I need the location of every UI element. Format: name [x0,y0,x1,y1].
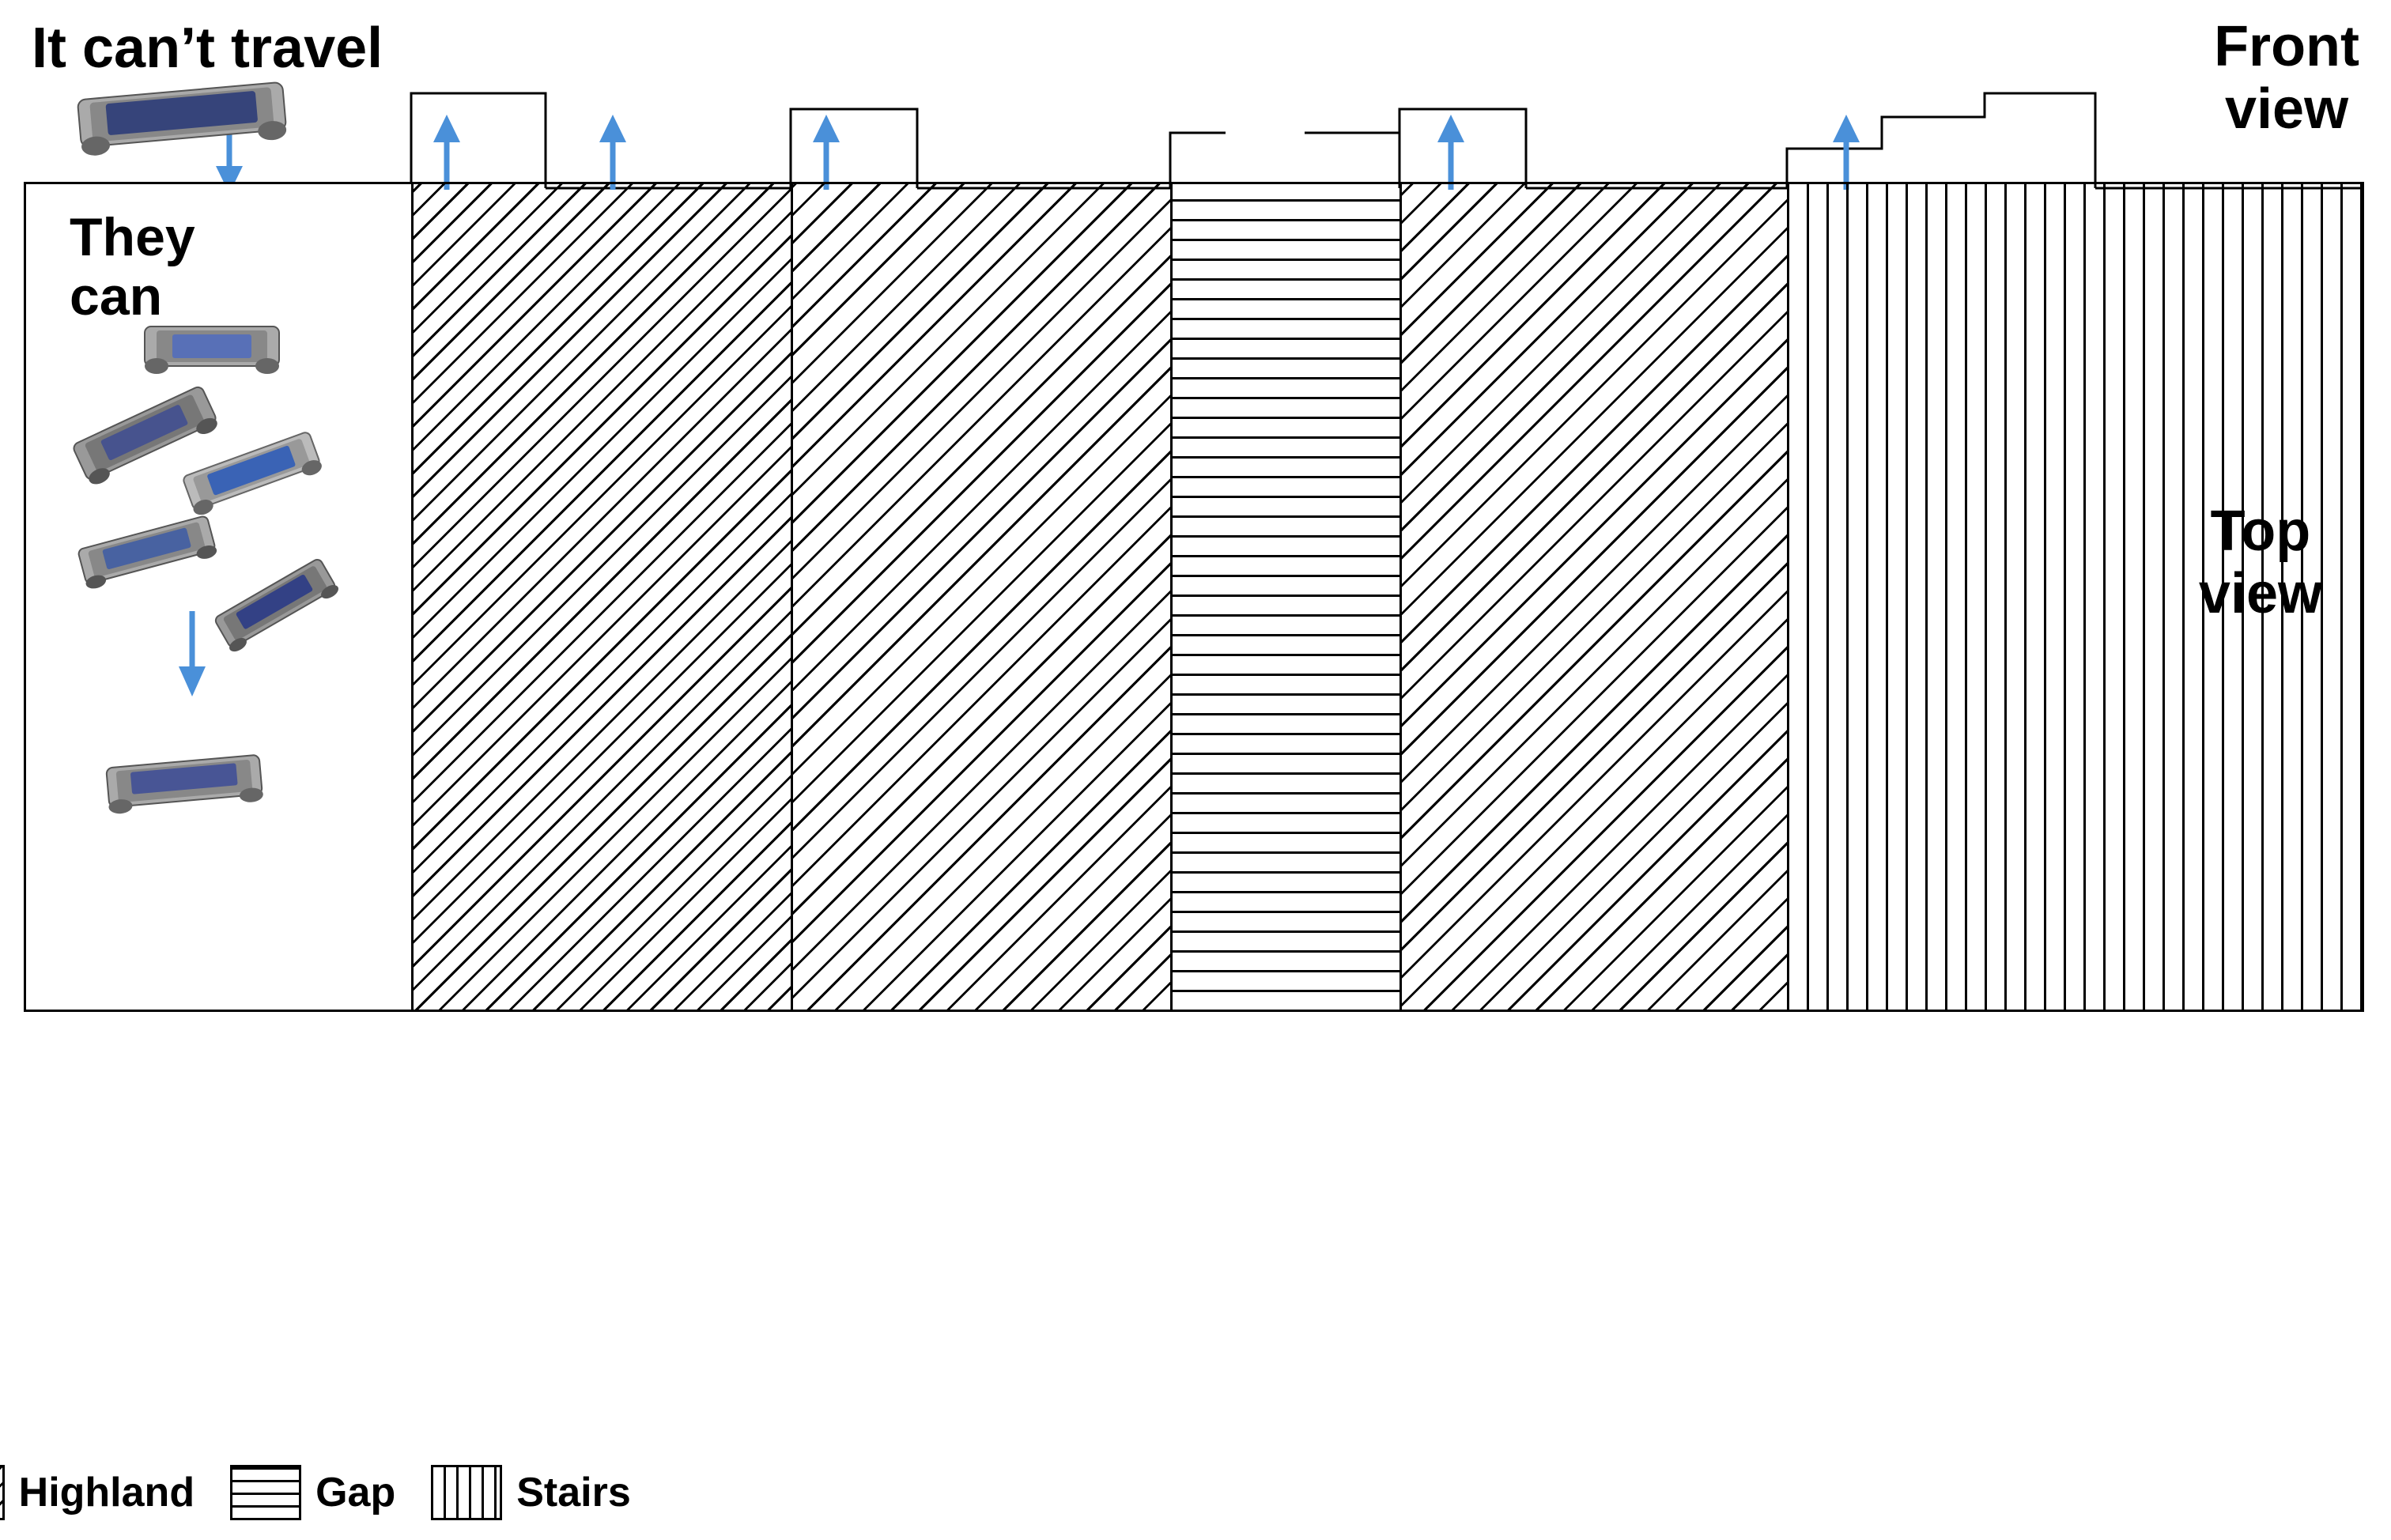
main-diagram: Theycan Topview [24,182,2364,1012]
legend-label-highland: Highland [19,1469,195,1516]
legend-label-gap: Gap [315,1469,395,1516]
legend-box-highland [0,1465,5,1520]
arrow-up-5 [1826,115,1866,190]
robot-1 [133,315,291,378]
arrow-down-inside [172,611,212,698]
legend-box-stairs [431,1465,502,1520]
arrow-up-4 [1431,115,1471,190]
highland-section [793,184,1173,1010]
highland2-section [1402,184,1789,1010]
legend-box-gap [230,1465,301,1520]
arrow-up-3 [806,115,846,190]
gap-section [1173,184,1402,1010]
legend-item-stairs: Stairs [431,1465,631,1520]
legend-item-highland: Highland [0,1465,195,1520]
arrow-up-2 [593,115,633,190]
label-top-view: Topview [2199,500,2322,625]
legend-item-gap: Gap [230,1465,395,1520]
arrow-up-1 [427,115,466,190]
legend: Ground Obstacle Highland Gap Stairs [0,1465,1196,1520]
label-they-can: Theycan [70,208,195,326]
obstacle-section [414,184,793,1010]
legend-label-stairs: Stairs [516,1469,631,1516]
